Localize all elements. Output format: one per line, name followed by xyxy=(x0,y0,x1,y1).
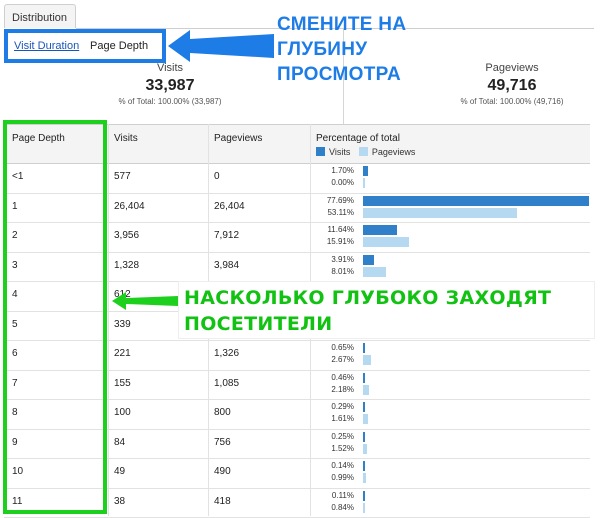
visits-bar xyxy=(363,402,365,412)
pageviews-bar xyxy=(363,178,365,188)
cell-percent: 0.46%2.18% xyxy=(304,372,354,396)
cell-percent: 0.25%1.52% xyxy=(304,431,354,455)
pageviews-percent-label: 1.61% xyxy=(304,413,354,425)
pageviews-bar xyxy=(363,414,368,424)
subtab-group: Visit Duration Page Depth xyxy=(4,29,166,63)
pageviews-bar xyxy=(363,444,367,454)
tab-distribution[interactable]: Distribution xyxy=(4,4,76,28)
cell-pageviews: 0 xyxy=(214,171,220,182)
blue-annotation-line3: ПРОСМОТРА xyxy=(277,62,477,87)
visits-percent-label: 11.64% xyxy=(304,224,354,236)
visits-percent-label: 0.14% xyxy=(304,460,354,472)
cell-percent: 0.65%2.67% xyxy=(304,342,354,366)
pageviews-percent-label: 0.84% xyxy=(304,502,354,514)
visits-percent-label: 0.25% xyxy=(304,431,354,443)
cell-visits: 577 xyxy=(114,171,131,182)
blue-annotation-line2: ГЛУБИНУ xyxy=(277,37,477,62)
pageviews-bar xyxy=(363,385,369,395)
legend-visits-label: Visits xyxy=(329,147,350,157)
cell-pageviews: 490 xyxy=(214,466,231,477)
legend-visits-swatch xyxy=(316,147,325,156)
pageviews-percent-label: 53.11% xyxy=(304,207,354,219)
cell-pageviews: 3,984 xyxy=(214,260,239,271)
page-depth-highlight xyxy=(3,120,107,514)
cell-pageviews: 1,326 xyxy=(214,348,239,359)
pageviews-percent-label: 8.01% xyxy=(304,266,354,278)
visits-bar xyxy=(363,166,368,176)
subtab-page-depth[interactable]: Page Depth xyxy=(90,40,148,52)
cell-visits: 339 xyxy=(114,319,131,330)
visits-bar xyxy=(363,225,397,235)
visits-bar xyxy=(363,432,365,442)
header-pageviews[interactable]: Pageviews xyxy=(214,133,262,144)
pageviews-bar xyxy=(363,267,386,277)
visits-percent-label: 0.65% xyxy=(304,342,354,354)
subtab-visit-duration[interactable]: Visit Duration xyxy=(14,40,79,52)
cell-visits: 84 xyxy=(114,437,125,448)
pageviews-bar xyxy=(363,473,366,483)
visits-percent-label: 0.29% xyxy=(304,401,354,413)
cell-visits: 38 xyxy=(114,496,125,507)
cell-percent: 11.64%15.91% xyxy=(304,224,354,248)
visits-bar xyxy=(363,461,365,471)
pageviews-bar xyxy=(363,355,371,365)
green-annotation: НАСКОЛЬКО ГЛУБОКО ЗАХОДЯТ ПОСЕТИТЕЛИ xyxy=(178,281,595,339)
cell-pageviews: 800 xyxy=(214,407,231,418)
legend-pageviews-label: Pageviews xyxy=(372,147,416,157)
visits-metric-total: % of Total: 100.00% (33,987) xyxy=(110,97,230,106)
chart-legend: Visits Pageviews xyxy=(316,147,415,157)
cell-pageviews: 26,404 xyxy=(214,201,245,212)
visits-percent-label: 0.46% xyxy=(304,372,354,384)
visits-bar xyxy=(363,491,365,501)
cell-visits: 26,404 xyxy=(114,201,145,212)
cell-pageviews: 1,085 xyxy=(214,378,239,389)
blue-arrow-icon xyxy=(168,28,276,64)
pageviews-percent-label: 15.91% xyxy=(304,236,354,248)
cell-percent: 1.70%0.00% xyxy=(304,165,354,189)
cell-percent: 3.91%8.01% xyxy=(304,254,354,278)
cell-percent: 0.29%1.61% xyxy=(304,401,354,425)
cell-percent: 0.14%0.99% xyxy=(304,460,354,484)
pageviews-percent-label: 1.52% xyxy=(304,443,354,455)
green-annotation-line2: ПОСЕТИТЕЛИ xyxy=(184,311,594,337)
cell-pageviews: 7,912 xyxy=(214,230,239,241)
cell-visits: 155 xyxy=(114,378,131,389)
header-percentage: Percentage of total xyxy=(316,133,400,144)
pageviews-percent-label: 0.00% xyxy=(304,177,354,189)
cell-pageviews: 756 xyxy=(214,437,231,448)
pageviews-percent-label: 2.18% xyxy=(304,384,354,396)
cell-visits: 221 xyxy=(114,348,131,359)
visits-metric: Visits 33,987 % of Total: 100.00% (33,98… xyxy=(110,62,230,106)
pageviews-bar xyxy=(363,237,409,247)
green-annotation-line1: НАСКОЛЬКО ГЛУБОКО ЗАХОДЯТ xyxy=(184,285,594,311)
visits-bar xyxy=(363,373,365,383)
pageviews-metric-total: % of Total: 100.00% (49,716) xyxy=(452,97,572,106)
pageviews-bar xyxy=(363,208,517,218)
visits-percent-label: 1.70% xyxy=(304,165,354,177)
pageviews-percent-label: 0.99% xyxy=(304,472,354,484)
visits-percent-label: 3.91% xyxy=(304,254,354,266)
visits-bar xyxy=(363,196,589,206)
cell-visits: 49 xyxy=(114,466,125,477)
blue-annotation-line1: СМЕНИТЕ НА xyxy=(277,12,477,37)
visits-metric-value: 33,987 xyxy=(110,77,230,95)
cell-visits: 3,956 xyxy=(114,230,139,241)
visits-bar xyxy=(363,343,365,353)
cell-percent: 0.11%0.84% xyxy=(304,490,354,514)
visits-percent-label: 77.69% xyxy=(304,195,354,207)
green-arrow-icon xyxy=(112,291,180,311)
pageviews-bar xyxy=(363,503,365,513)
visits-bar xyxy=(363,255,374,265)
cell-pageviews: 418 xyxy=(214,496,231,507)
cell-visits: 1,328 xyxy=(114,260,139,271)
cell-percent: 77.69%53.11% xyxy=(304,195,354,219)
blue-annotation: СМЕНИТЕ НА ГЛУБИНУ ПРОСМОТРА xyxy=(277,12,477,87)
legend-pageviews-swatch xyxy=(359,147,368,156)
visits-percent-label: 0.11% xyxy=(304,490,354,502)
pageviews-percent-label: 2.67% xyxy=(304,354,354,366)
cell-visits: 100 xyxy=(114,407,131,418)
header-visits[interactable]: Visits xyxy=(114,133,138,144)
